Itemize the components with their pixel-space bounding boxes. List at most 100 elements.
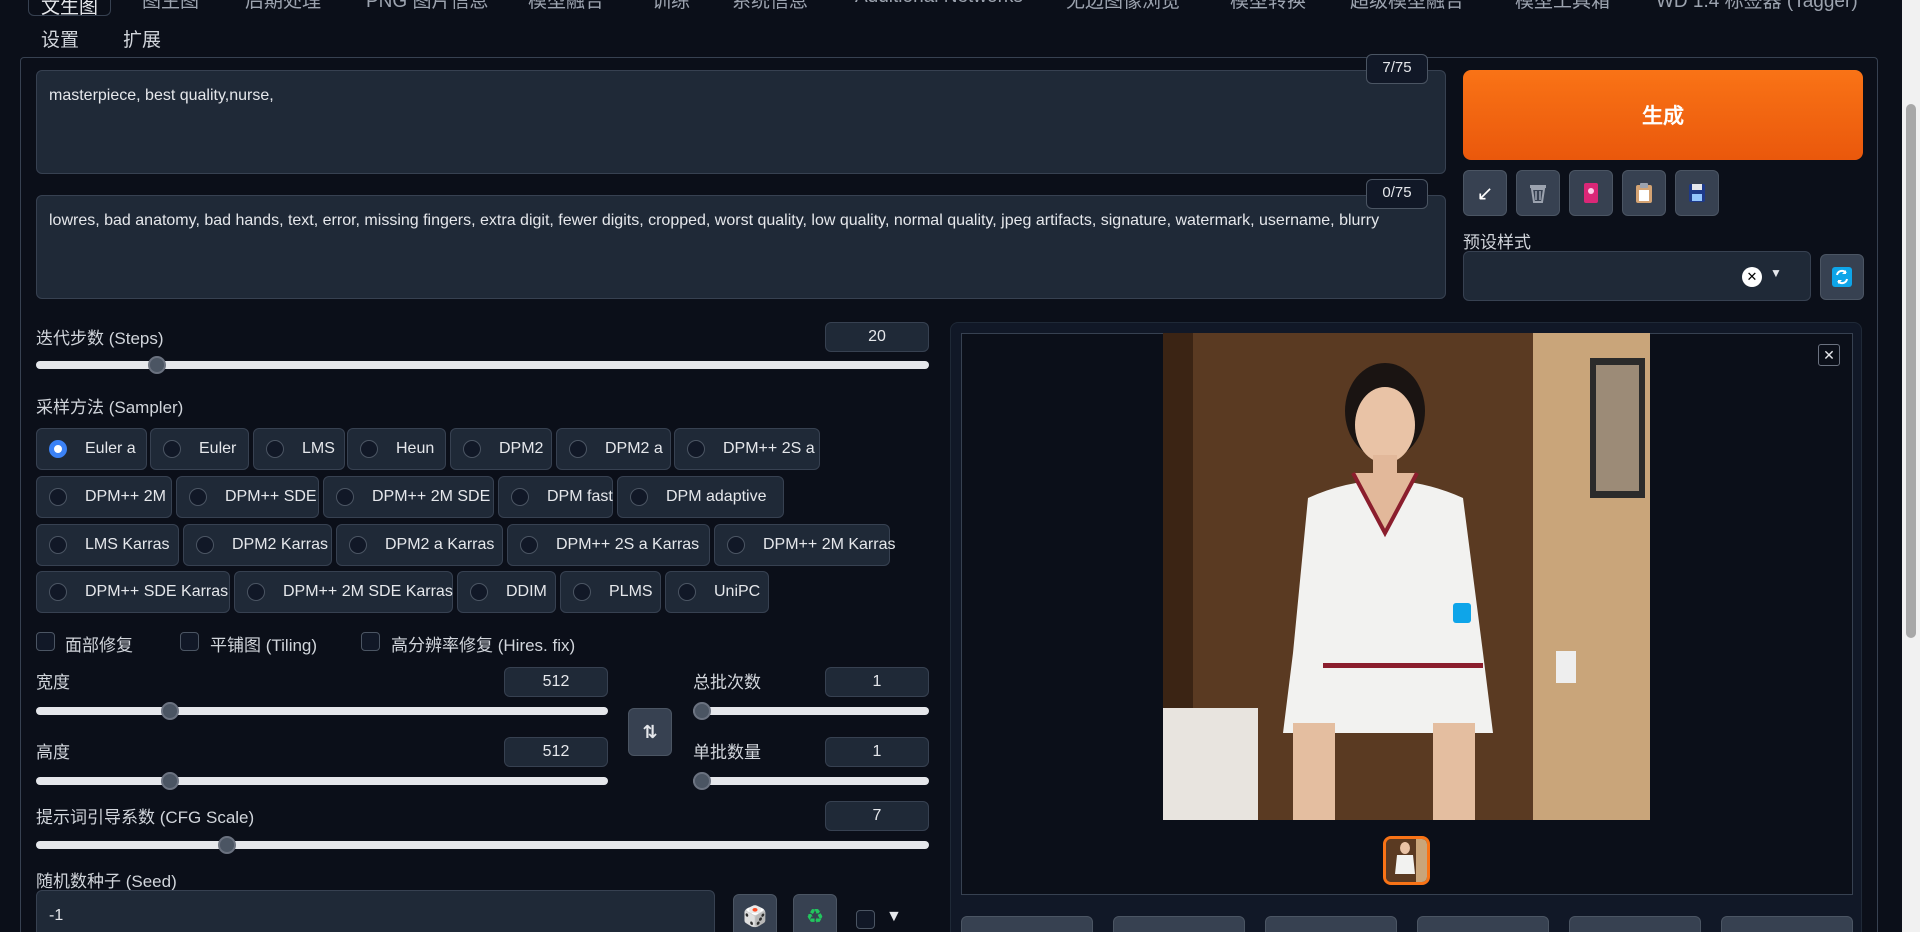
batch-count-slider[interactable] [693, 702, 929, 720]
clear-icon[interactable]: ✕ [1742, 267, 1762, 287]
tab-model-toolkit[interactable]: 模型工具箱 [1515, 0, 1610, 13]
radio-button-icon[interactable] [470, 583, 488, 601]
radio-button-icon[interactable] [511, 488, 529, 506]
radio-button-icon[interactable] [163, 440, 181, 458]
send-to-img2img-button[interactable] [1417, 916, 1549, 932]
zip-button[interactable] [1265, 916, 1397, 932]
sampler-option[interactable]: DPM++ 2S a Karras [507, 524, 710, 566]
sampler-option[interactable]: DDIM [457, 571, 556, 613]
seed-input[interactable]: -1 [36, 890, 715, 932]
radio-button-icon[interactable] [266, 440, 284, 458]
height-input[interactable]: 512 [504, 737, 608, 767]
sampler-option[interactable]: LMS Karras [36, 524, 179, 566]
radio-button-icon[interactable] [49, 440, 67, 458]
tab-tagger[interactable]: WD 1.4 标签器 (Tagger) [1656, 0, 1858, 13]
tiling-checkbox[interactable] [180, 632, 199, 651]
hires-fix-checkbox[interactable] [361, 632, 380, 651]
extra-seed-checkbox[interactable] [856, 910, 875, 929]
page-scrollbar[interactable] [1902, 0, 1920, 932]
send-to-inpaint-button[interactable] [1569, 916, 1701, 932]
radio-button-icon[interactable] [573, 583, 591, 601]
sampler-option[interactable]: Euler [150, 428, 249, 470]
send-to-extras-button[interactable] [1721, 916, 1853, 932]
tab-train[interactable]: 训练 [652, 0, 690, 13]
sampler-option[interactable]: DPM++ 2M Karras [714, 524, 895, 566]
radio-button-icon[interactable] [336, 488, 354, 506]
radio-button-icon[interactable] [349, 536, 367, 554]
sampler-option[interactable]: DPM adaptive [617, 476, 784, 518]
radio-button-icon[interactable] [687, 440, 705, 458]
extra-seed-toggle-icon[interactable]: ▼ [886, 908, 902, 926]
face-restore-checkbox[interactable] [36, 632, 55, 651]
tab-merge[interactable]: 模型融合 [528, 0, 604, 13]
width-slider-thumb[interactable] [161, 702, 179, 720]
sampler-option[interactable]: DPM++ SDE Karras [36, 571, 230, 613]
generated-image[interactable] [1163, 333, 1650, 820]
radio-button-icon[interactable] [49, 583, 67, 601]
tab-model-convert[interactable]: 模型转换 [1230, 0, 1306, 13]
tab-txt2img[interactable]: 文生图 [28, 0, 112, 18]
radio-button-icon[interactable] [196, 536, 214, 554]
radio-button-icon[interactable] [49, 488, 67, 506]
sampler-option[interactable]: UniPC [665, 571, 769, 613]
tab-extensions[interactable]: 扩展 [123, 25, 161, 52]
radio-button-icon[interactable] [189, 488, 207, 506]
sampler-option[interactable]: DPM fast [498, 476, 613, 518]
save-style-button[interactable] [1675, 170, 1719, 216]
batch-size-input[interactable]: 1 [825, 737, 929, 767]
sampler-option[interactable]: LMS [253, 428, 345, 470]
gallery-thumbnail[interactable] [1383, 836, 1430, 885]
prompt-textarea[interactable]: masterpiece, best quality,nurse, [36, 70, 1446, 174]
sampler-option[interactable]: DPM++ 2M [36, 476, 172, 518]
swap-dimensions-button[interactable]: ⇅ [628, 708, 672, 756]
radio-button-icon[interactable] [463, 440, 481, 458]
sampler-option[interactable]: Heun [347, 428, 446, 470]
tab-img2img[interactable]: 图生图 [142, 0, 199, 13]
save-image-button[interactable] [1113, 916, 1245, 932]
sampler-option[interactable]: Euler a [36, 428, 147, 470]
read-params-button[interactable]: ↙ [1463, 170, 1507, 216]
clear-prompt-button[interactable] [1516, 170, 1560, 216]
sampler-option[interactable]: DPM2 [450, 428, 552, 470]
radio-button-icon[interactable] [247, 583, 265, 601]
tab-png-info[interactable]: PNG 图片信息 [366, 0, 488, 13]
sampler-option[interactable]: DPM++ SDE [176, 476, 319, 518]
radio-button-icon[interactable] [630, 488, 648, 506]
sampler-option[interactable]: DPM++ 2S a [674, 428, 820, 470]
generate-button[interactable]: 生成 [1463, 70, 1863, 160]
tab-extras[interactable]: 后期处理 [245, 0, 321, 13]
sampler-option[interactable]: DPM2 Karras [183, 524, 332, 566]
close-icon[interactable]: ✕ [1818, 344, 1840, 366]
random-seed-button[interactable]: 🎲 [733, 894, 777, 932]
radio-button-icon[interactable] [678, 583, 696, 601]
width-slider[interactable] [36, 702, 608, 720]
sampler-option[interactable]: DPM2 a [556, 428, 671, 470]
width-input[interactable]: 512 [504, 667, 608, 697]
radio-button-icon[interactable] [569, 440, 587, 458]
cfg-slider-thumb[interactable] [218, 836, 236, 854]
reuse-seed-button[interactable]: ♻ [793, 894, 837, 932]
apply-style-button[interactable] [1622, 170, 1666, 216]
sampler-option[interactable]: DPM++ 2M SDE Karras [234, 571, 453, 613]
radio-button-icon[interactable] [360, 440, 378, 458]
height-slider-thumb[interactable] [161, 772, 179, 790]
batch-count-input[interactable]: 1 [825, 667, 929, 697]
chevron-down-icon[interactable]: ▼ [1770, 266, 1782, 280]
height-slider[interactable] [36, 772, 608, 790]
sampler-option[interactable]: DPM++ 2M SDE [323, 476, 494, 518]
tab-system-info[interactable]: 系统信息 [732, 0, 808, 13]
batch-size-slider[interactable] [693, 772, 929, 790]
preset-select[interactable]: ✕ ▼ [1463, 251, 1811, 301]
negative-prompt-textarea[interactable]: lowres, bad anatomy, bad hands, text, er… [36, 195, 1446, 299]
steps-input[interactable]: 20 [825, 322, 929, 352]
extra-networks-button[interactable] [1569, 170, 1613, 216]
radio-button-icon[interactable] [727, 536, 745, 554]
open-folder-button[interactable] [961, 916, 1093, 932]
tab-super-merge[interactable]: 超级模型融合 [1350, 0, 1464, 13]
tab-settings[interactable]: 设置 [41, 25, 79, 52]
sampler-option[interactable]: PLMS [560, 571, 661, 613]
refresh-presets-button[interactable] [1820, 254, 1864, 300]
tab-image-browser[interactable]: 无边图像浏览 [1066, 0, 1180, 13]
sampler-option[interactable]: DPM2 a Karras [336, 524, 503, 566]
radio-button-icon[interactable] [49, 536, 67, 554]
